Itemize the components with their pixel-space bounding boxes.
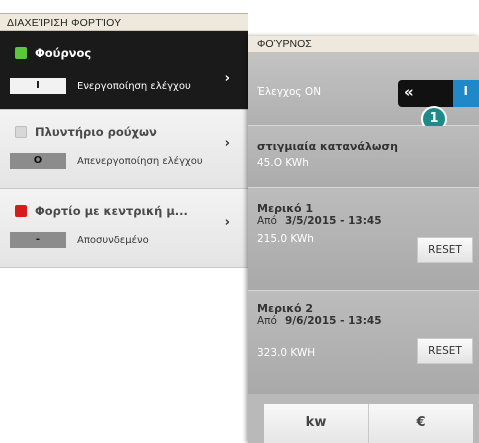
load-management-panel: ΔΙΑΧΕΊΡΙΣΗ ΦΟΡΤΊΟΥ Φούρνος › I Ενεργοποί…	[0, 13, 248, 270]
unit-kw-button[interactable]: kw	[264, 404, 368, 443]
load-name: Φορτίο με κεντρική μ...	[35, 204, 188, 218]
detail-title: ΦΟΎΡΝΟΣ	[248, 36, 479, 53]
load-name-row: Πλυντήριο ρούχων	[15, 125, 157, 139]
status-text: Αποσυνδεμένο	[77, 234, 149, 246]
status-badge: I	[10, 78, 66, 94]
status-dot-red-icon	[15, 205, 27, 217]
partial-2-value: 323.0 KWH	[257, 347, 316, 359]
status-text: Απενεργοποίηση ελέγχου	[77, 155, 203, 167]
status-text: Ενεργοποίηση ελέγχου	[77, 80, 191, 92]
status-row: I Ενεργοποίηση ελέγχου	[10, 78, 191, 94]
load-item-oven[interactable]: Φούρνος › I Ενεργοποίηση ελέγχου	[0, 31, 248, 110]
control-toggle[interactable]: « I	[398, 80, 479, 107]
unit-euro-button[interactable]: €	[368, 404, 473, 443]
partial-1-heading: Μερικό 1	[257, 202, 314, 215]
control-section: Έλεγχος ON « I 1	[248, 53, 479, 132]
partial-2-section: Μερικό 2 Από 9/6/2015 - 13:45 323.0 KWH R…	[248, 291, 479, 394]
partial-2-heading: Μερικό 2	[257, 302, 314, 315]
chevron-right-icon: ›	[224, 136, 230, 151]
panel-title: ΔΙΑΧΕΊΡΙΣΗ ΦΟΡΤΊΟΥ	[0, 13, 248, 31]
status-row: - Αποσυνδεμένο	[10, 232, 149, 248]
status-badge: -	[10, 232, 66, 248]
partial-1-value: 215.0 KWh	[257, 233, 314, 245]
unit-selector: kw €	[264, 404, 473, 443]
reset-button-2[interactable]: RESET	[417, 338, 473, 364]
toggle-on-label: I	[463, 84, 468, 98]
instant-value: 45.O KWh	[257, 157, 309, 169]
partial-1-date: 3/5/2015 - 13:45	[284, 215, 382, 227]
status-dot-green-icon	[15, 47, 27, 59]
load-name-row: Φούρνος	[15, 46, 91, 60]
partial-2-date: 9/6/2015 - 13:45	[284, 315, 382, 327]
chevron-right-icon: ›	[224, 71, 230, 86]
partial-1-date-row: Από 3/5/2015 - 13:45	[257, 215, 382, 227]
from-label: Από	[257, 215, 277, 227]
from-label: Από	[257, 315, 277, 327]
load-name-row: Φορτίο με κεντρική μ...	[15, 204, 188, 218]
control-label: Έλεγχος ON	[257, 86, 322, 98]
status-badge: O	[10, 153, 66, 169]
status-dot-gray-icon	[15, 126, 27, 138]
load-item-washing-machine[interactable]: Πλυντήριο ρούχων › O Απενεργοποίηση ελέγ…	[0, 110, 248, 189]
chevron-right-icon: ›	[224, 215, 230, 230]
reset-button-1[interactable]: RESET	[417, 237, 473, 263]
instant-heading: στιγμιαία κατανάλωση	[257, 140, 398, 153]
load-name: Πλυντήριο ρούχων	[35, 125, 157, 139]
partial-2-date-row: Από 9/6/2015 - 13:45	[257, 315, 382, 327]
load-item-central-unit[interactable]: Φορτίο με κεντρική μ... › - Αποσυνδεμένο	[0, 189, 248, 268]
instant-consumption-section: στιγμιαία κατανάλωση 45.O KWh	[248, 126, 479, 188]
load-name: Φούρνος	[35, 46, 92, 60]
partial-1-section: Μερικό 1 Από 3/5/2015 - 13:45 215.0 KWh R…	[248, 188, 479, 291]
double-chevron-left-icon: «	[404, 83, 414, 101]
status-row: O Απενεργοποίηση ελέγχου	[10, 153, 203, 169]
oven-detail-panel: ΦΟΎΡΝΟΣ Έλεγχος ON « I 1 στιγμιαία καταν…	[248, 36, 479, 443]
